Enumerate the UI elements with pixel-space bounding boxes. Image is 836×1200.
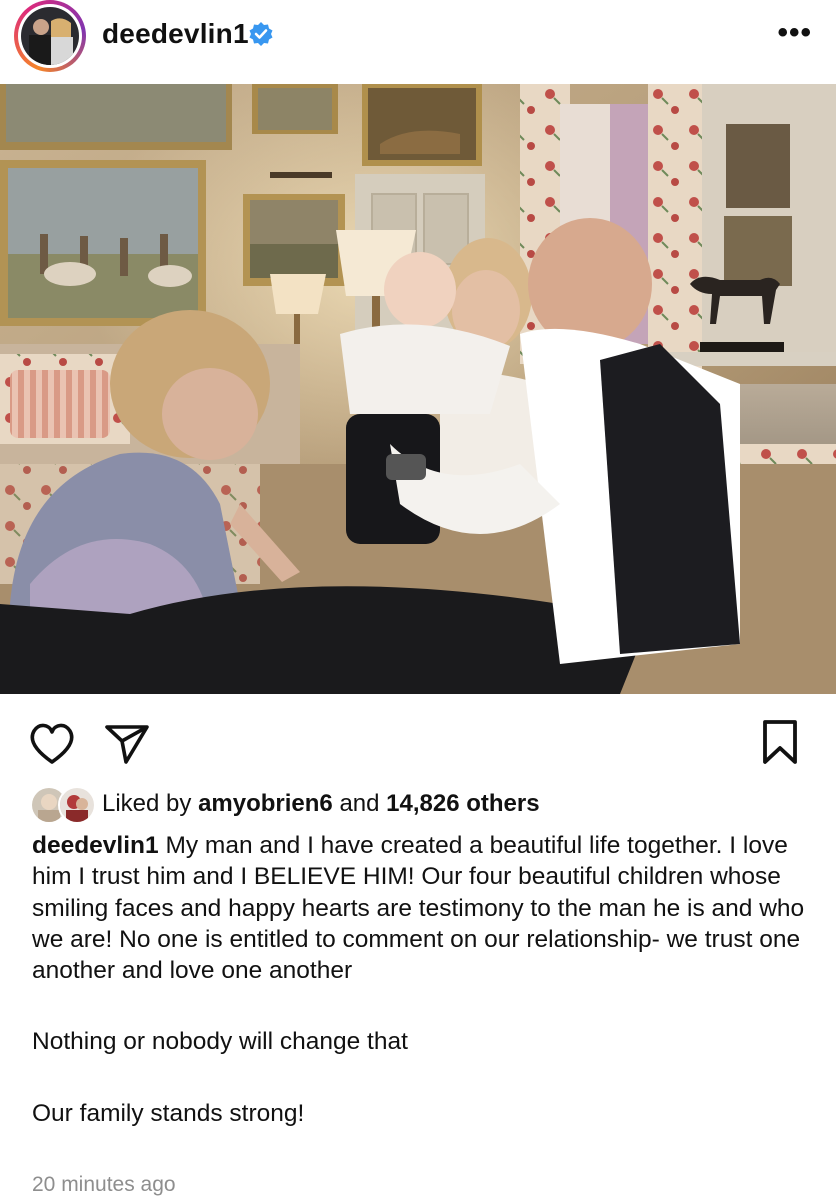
likes-prefix: Liked by xyxy=(102,790,199,817)
post-timestamp: 20 minutes ago xyxy=(32,1173,176,1196)
post-caption: deedevlin1 My man and I have created a b… xyxy=(32,830,822,1129)
action-bar xyxy=(0,694,836,784)
bookmark-icon[interactable] xyxy=(760,718,800,766)
send-icon[interactable] xyxy=(104,722,150,766)
instagram-post: deedevlin1 ••• Liked by amyobrien6 and 1… xyxy=(0,0,836,1200)
story-ring[interactable] xyxy=(14,0,86,72)
avatar[interactable] xyxy=(21,7,79,65)
liker-avatar xyxy=(58,786,96,824)
caption-paragraph-1: deedevlin1 My man and I have created a b… xyxy=(32,830,822,986)
more-options-icon[interactable]: ••• xyxy=(777,18,812,48)
likes-count[interactable]: 14,826 others xyxy=(386,790,539,818)
caption-username[interactable]: deedevlin1 xyxy=(32,832,159,859)
caption-paragraph-3: Our family stands strong! xyxy=(32,1099,305,1127)
likes-summary[interactable]: Liked by amyobrien6 and 14,826 others xyxy=(30,786,540,824)
liker-avatars xyxy=(30,786,96,824)
heart-icon[interactable] xyxy=(28,722,76,766)
post-username[interactable]: deedevlin1 xyxy=(102,18,249,50)
post-header: deedevlin1 ••• xyxy=(0,0,836,84)
caption-paragraph-2: Nothing or nobody will change that xyxy=(32,1028,408,1056)
verified-badge-icon xyxy=(249,22,273,46)
likes-middle: and xyxy=(332,790,387,817)
post-image[interactable] xyxy=(0,84,836,694)
liker-username[interactable]: amyobrien6 xyxy=(198,790,333,818)
